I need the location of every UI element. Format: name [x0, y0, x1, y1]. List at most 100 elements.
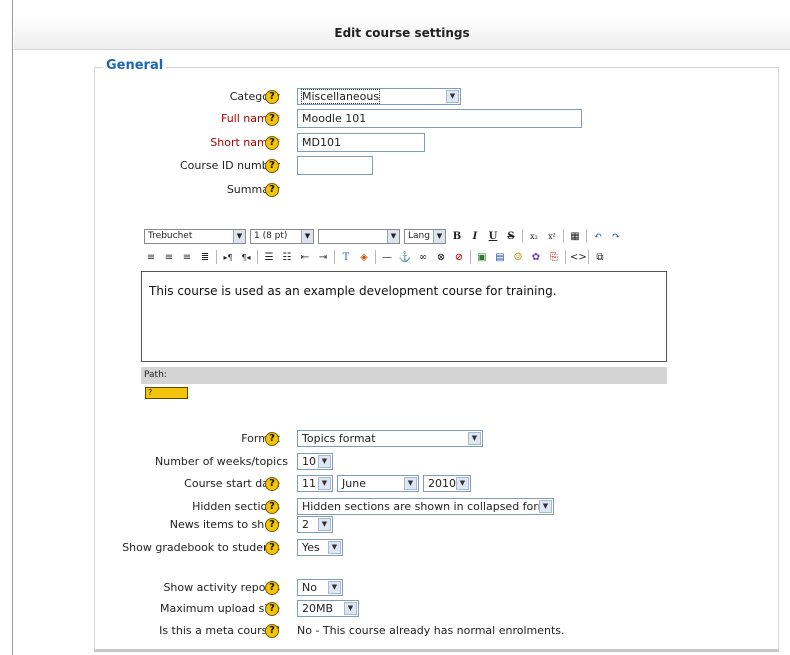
- toolbar-row-2: ≡ ≡ ≡ ≣ ▸¶ ¶◂ ☰ ☷ ⇤ ⇥ T ◈ — ⚓ ∞ ⊗ ⊘ ▣ ▤ …: [141, 246, 607, 268]
- dropdown-arrow-icon: ▼: [539, 500, 552, 513]
- rtl-icon[interactable]: ¶◂: [239, 250, 253, 265]
- ordered-list-icon[interactable]: ☰: [262, 250, 276, 265]
- italic-icon[interactable]: I: [468, 229, 482, 244]
- align-right-icon[interactable]: ≡: [180, 250, 194, 265]
- dropdown-arrow-icon: ▼: [433, 229, 445, 243]
- idnumber-row: Course ID number ?: [0, 156, 790, 176]
- help-icon[interactable]: ?: [265, 602, 279, 616]
- newsitems-select[interactable]: 2 ▼: [297, 516, 333, 533]
- subscript-icon[interactable]: x₂: [527, 229, 541, 244]
- toolbar-separator: [334, 250, 335, 264]
- search-replace-icon[interactable]: ⎘: [547, 250, 561, 265]
- help-icon[interactable]: ?: [265, 136, 279, 150]
- dropdown-arrow-icon: ▼: [318, 518, 331, 531]
- redo-icon[interactable]: ↷: [609, 229, 623, 244]
- help-icon[interactable]: ?: [265, 159, 279, 173]
- align-justify-icon[interactable]: ≣: [198, 250, 212, 265]
- keyboard-help-icon[interactable]: ?: [145, 387, 188, 399]
- dropdown-arrow-icon: ▼: [387, 229, 399, 243]
- shortname-input[interactable]: MD101: [297, 133, 425, 152]
- category-value: Miscellaneous: [300, 89, 381, 104]
- align-center-icon[interactable]: ≡: [162, 250, 176, 265]
- underline-icon[interactable]: U: [486, 229, 500, 244]
- clean-word-icon[interactable]: ▦: [568, 229, 582, 244]
- toolbar-separator: [216, 250, 217, 264]
- help-icon[interactable]: ?: [265, 183, 279, 197]
- undo-icon[interactable]: ↶: [591, 229, 605, 244]
- startdate-year-value: 2010: [428, 477, 456, 490]
- maxbytes-value: 20MB: [302, 602, 334, 615]
- toolbar-separator: [470, 250, 471, 264]
- fieldset-legend[interactable]: General: [103, 58, 167, 73]
- help-icon[interactable]: ?: [265, 624, 279, 638]
- help-icon[interactable]: ?: [265, 90, 279, 104]
- metacourse-row: Is this a meta course? ? No - This cours…: [0, 621, 790, 641]
- fullname-input[interactable]: Moodle 101: [297, 109, 582, 128]
- text-color-icon[interactable]: T: [339, 250, 353, 265]
- format-block-select[interactable]: ▼: [318, 228, 400, 244]
- unlink-icon[interactable]: ⊗: [434, 250, 448, 265]
- showgrades-select[interactable]: Yes ▼: [297, 539, 343, 556]
- horizontal-rule-icon[interactable]: —: [380, 250, 394, 265]
- editor-path-bar: Path:: [141, 367, 667, 384]
- anchor-icon[interactable]: ⚓: [398, 250, 412, 265]
- format-select[interactable]: Topics format ▼: [297, 430, 483, 447]
- insert-image-icon[interactable]: ▣: [475, 250, 489, 265]
- dropdown-arrow-icon: ▼: [318, 477, 331, 490]
- indent-icon[interactable]: ⇥: [316, 250, 330, 265]
- help-icon[interactable]: ?: [265, 112, 279, 126]
- lang-select[interactable]: Lang ▼: [404, 228, 446, 244]
- numsections-select[interactable]: 10 ▼: [297, 453, 333, 470]
- size-select[interactable]: 1 (8 pt) ▼: [250, 228, 314, 244]
- bold-icon[interactable]: B: [450, 229, 464, 244]
- summary-row: Summary ?: [0, 180, 790, 200]
- hiddensections-select[interactable]: Hidden sections are shown in collapsed f…: [297, 498, 554, 515]
- toolbar-separator: [375, 250, 376, 264]
- metacourse-value: No - This course already has normal enro…: [297, 624, 565, 637]
- font-select[interactable]: Trebuchet ▼: [144, 228, 246, 244]
- smiley-icon[interactable]: ☺: [511, 250, 525, 265]
- editor-toolbar: Trebuchet ▼ 1 (8 pt) ▼ ▼ Lang ▼ B I U S x₂ …: [141, 221, 667, 271]
- dropdown-arrow-icon: ▼: [468, 432, 481, 445]
- size-value: 1 (8 pt): [254, 230, 288, 241]
- numsections-label: Number of weeks/topics: [155, 455, 288, 468]
- idnumber-input[interactable]: [297, 156, 373, 175]
- maxbytes-select[interactable]: 20MB ▼: [297, 600, 359, 617]
- hiddensections-value: Hidden sections are shown in collapsed f…: [302, 500, 549, 513]
- html-source-icon[interactable]: <>: [570, 250, 587, 265]
- align-left-icon[interactable]: ≡: [144, 250, 158, 265]
- startdate-row: Course start date ? 11 ▼ June ▼ 2010 ▼: [0, 474, 790, 494]
- newsitems-row: News items to show ? 2 ▼: [0, 515, 790, 535]
- help-icon[interactable]: ?: [265, 541, 279, 555]
- help-icon[interactable]: ?: [265, 581, 279, 595]
- help-icon[interactable]: ?: [265, 500, 279, 514]
- lang-value: Lang: [408, 230, 430, 241]
- help-icon[interactable]: ?: [265, 477, 279, 491]
- startdate-year-select[interactable]: 2010 ▼: [423, 475, 471, 492]
- nolink-icon[interactable]: ⊘: [452, 250, 466, 265]
- dropdown-arrow-icon: ▼: [328, 541, 341, 554]
- unordered-list-icon[interactable]: ☷: [280, 250, 294, 265]
- help-icon[interactable]: ?: [265, 432, 279, 446]
- startdate-month-select[interactable]: June ▼: [337, 475, 419, 492]
- insert-table-icon[interactable]: ▤: [493, 250, 507, 265]
- strikethrough-icon[interactable]: S: [504, 229, 518, 244]
- superscript-icon[interactable]: x²: [545, 229, 559, 244]
- outdent-icon[interactable]: ⇤: [298, 250, 312, 265]
- numsections-row: Number of weeks/topics 10 ▼: [0, 452, 790, 472]
- background-color-icon[interactable]: ◈: [357, 250, 371, 265]
- summary-editor-area[interactable]: This course is used as an example develo…: [141, 271, 667, 362]
- dropdown-arrow-icon: ▼: [456, 477, 469, 490]
- help-icon[interactable]: ?: [265, 518, 279, 532]
- ltr-icon[interactable]: ▸¶: [221, 250, 235, 265]
- link-icon[interactable]: ∞: [416, 250, 430, 265]
- category-select[interactable]: Miscellaneous ▼: [297, 88, 461, 105]
- showreports-select[interactable]: No ▼: [297, 579, 343, 596]
- fullscreen-icon[interactable]: ⧉: [593, 250, 607, 265]
- showreports-label: Show activity reports: [163, 581, 280, 594]
- startdate-day-select[interactable]: 11 ▼: [297, 475, 333, 492]
- special-char-icon[interactable]: ✿: [529, 250, 543, 265]
- toolbar-separator: [586, 229, 587, 243]
- fullname-row: Full name* ? Moodle 101: [0, 109, 790, 129]
- format-row: Format ? Topics format ▼: [0, 429, 790, 449]
